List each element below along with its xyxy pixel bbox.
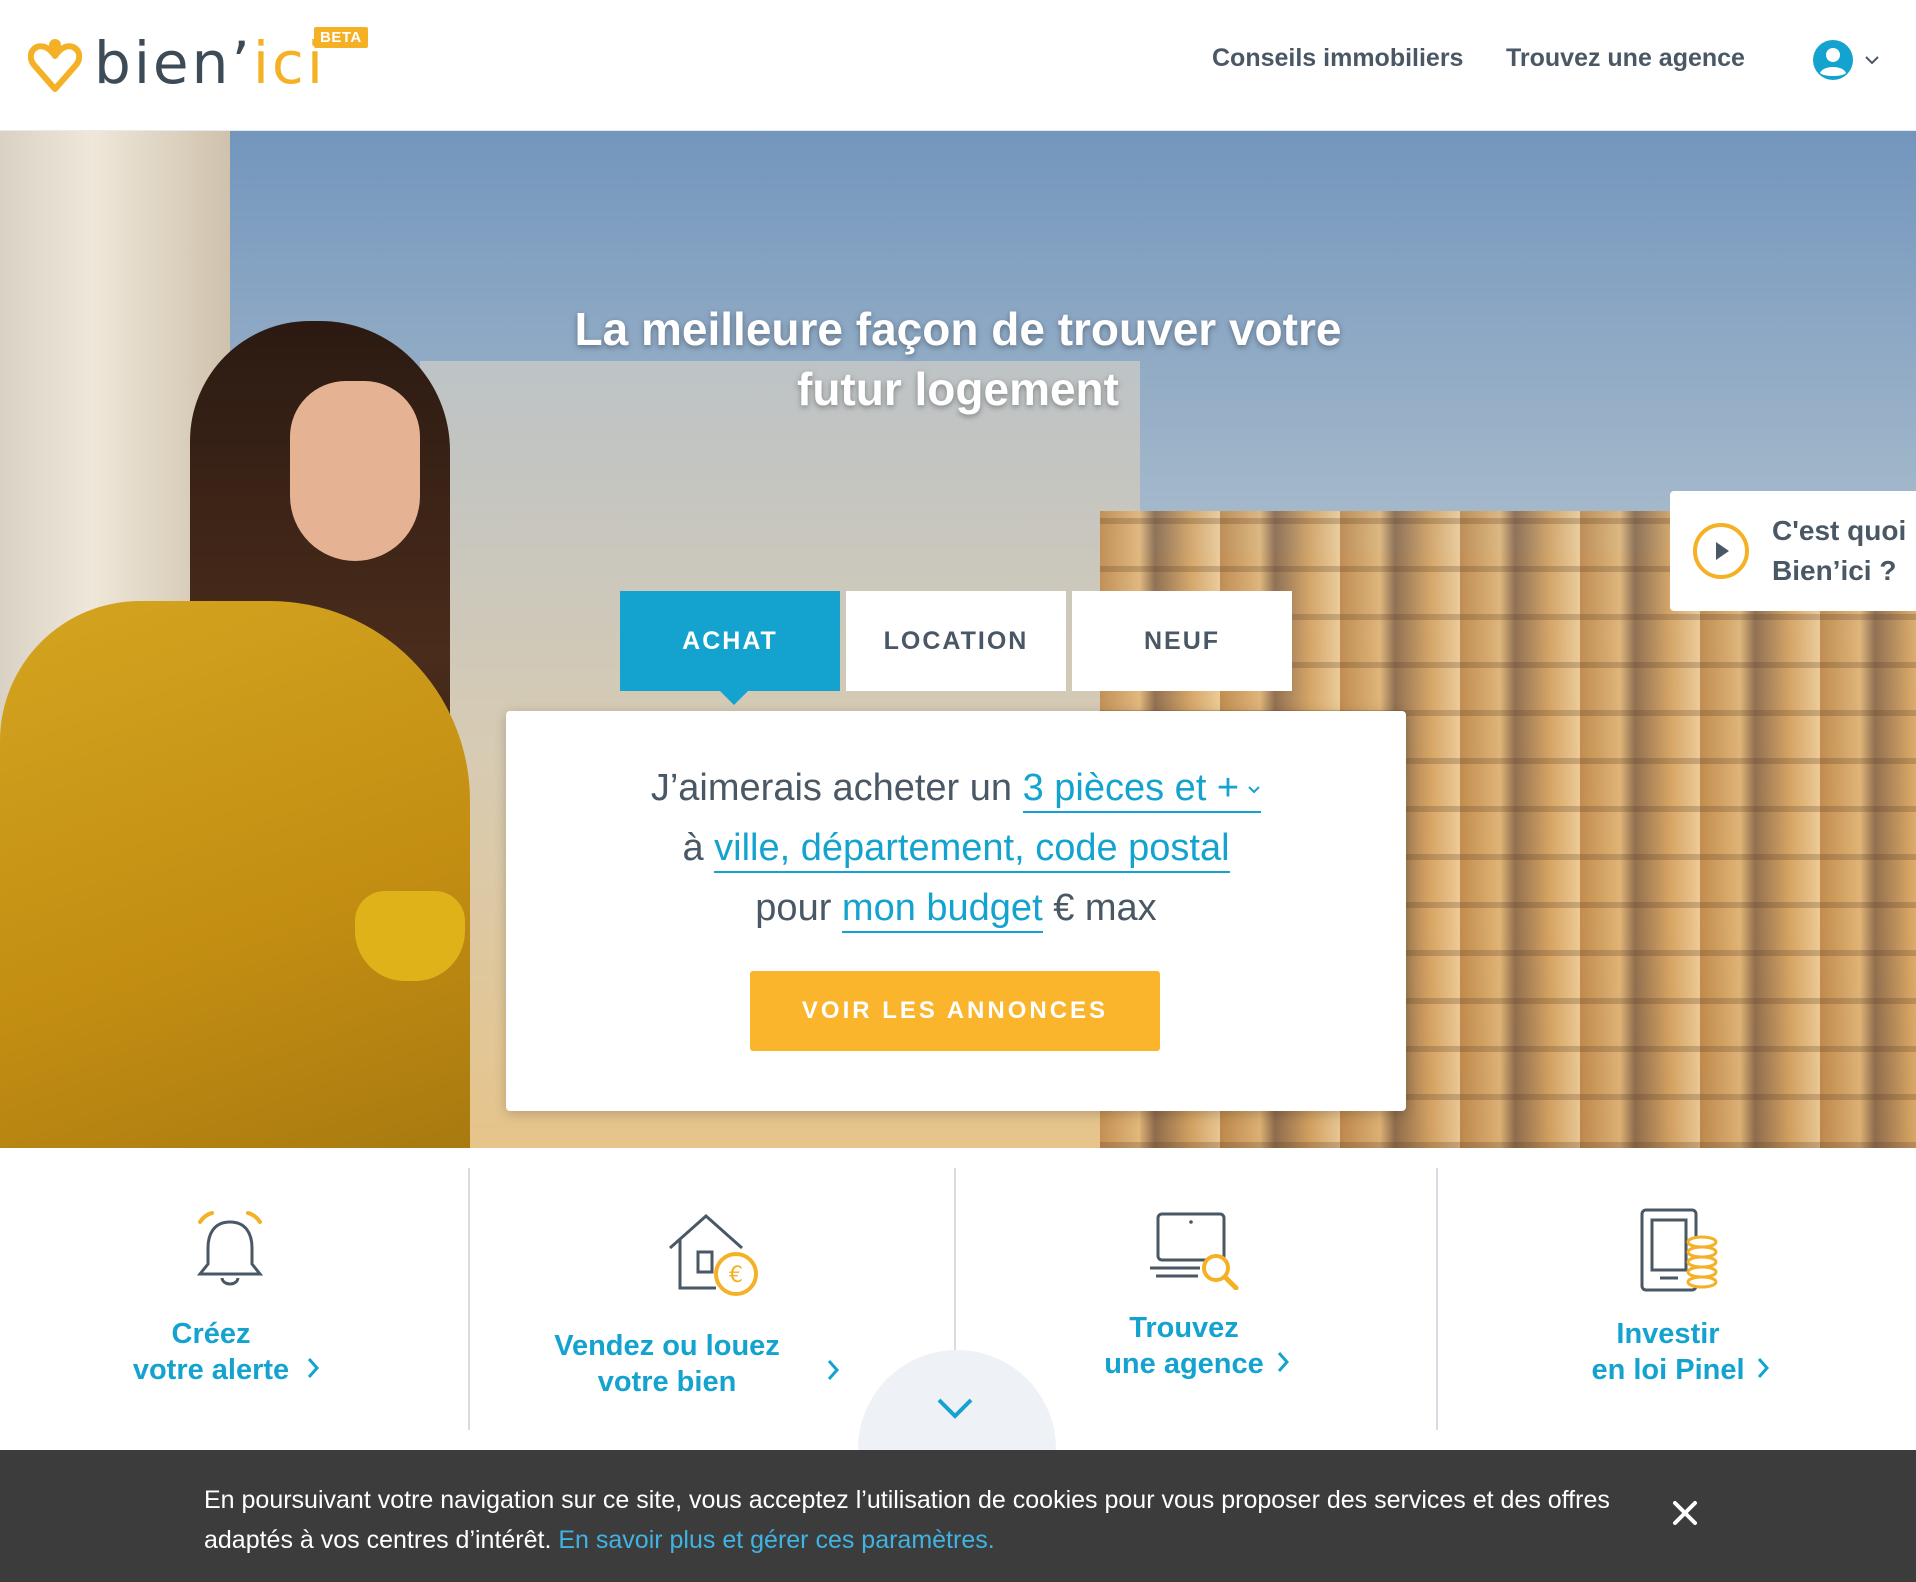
- tab-neuf[interactable]: NEUF: [1072, 591, 1292, 691]
- laptop-search-icon: [1150, 1212, 1239, 1290]
- tablet-coins-icon: [1640, 1208, 1718, 1292]
- chevron-right-icon: [1277, 1352, 1290, 1372]
- header: bien’ici BETA Conseils immobiliers Trouv…: [0, 0, 1916, 131]
- feature-label: Vendez ou louez votre bien: [554, 1330, 780, 1398]
- search-card: J’aimerais acheter un 3 pièces et + à vi…: [506, 711, 1406, 1111]
- what-is-bienici-label: C'est quoi Bien’ici ?: [1772, 515, 1907, 586]
- tab-location[interactable]: LOCATION: [846, 591, 1066, 691]
- heart-logo-icon: [28, 39, 82, 92]
- search-type-tabs: ACHAT LOCATION NEUF: [620, 591, 1298, 705]
- search-line-budget: pour mon budget € max: [506, 887, 1406, 933]
- search-line-rooms: J’aimerais acheter un 3 pièces et +: [506, 767, 1406, 813]
- chevron-down-icon: [1865, 56, 1879, 65]
- search-line-location: à ville, département, code postal: [506, 827, 1406, 873]
- close-icon[interactable]: [1670, 1498, 1700, 1528]
- user-menu[interactable]: [1812, 39, 1880, 81]
- cookie-banner: En poursuivant votre navigation sur ce s…: [0, 1450, 1916, 1582]
- feature-label: Trouvez une agence: [1104, 1312, 1264, 1380]
- tab-achat[interactable]: ACHAT: [620, 591, 840, 705]
- chevron-right-icon: [307, 1358, 320, 1378]
- budget-input[interactable]: mon budget: [841, 887, 1043, 933]
- hero-photo-woman-shirt: [0, 601, 470, 1148]
- rooms-dropdown[interactable]: 3 pièces et +: [1022, 767, 1262, 813]
- feature-label: Créez votre alerte: [132, 1318, 290, 1386]
- house-euro-icon: €: [669, 1213, 758, 1296]
- cookie-settings-link[interactable]: En savoir plus et gérer ces paramètres.: [558, 1526, 994, 1554]
- hero-banner: La meilleure façon de trouver votre futu…: [0, 131, 1916, 1148]
- chevron-right-icon: [1757, 1358, 1770, 1378]
- location-input[interactable]: ville, département, code postal: [714, 827, 1230, 873]
- chevron-down-icon: [937, 1398, 973, 1419]
- chevron-down-icon: [1248, 786, 1260, 794]
- chevron-right-icon: [827, 1360, 840, 1380]
- play-icon: [1693, 523, 1749, 579]
- voir-les-annonces-button[interactable]: VOIR LES ANNONCES: [750, 971, 1160, 1051]
- hero-photo-woman-face: [290, 381, 420, 561]
- hero-title: La meilleure façon de trouver votre futu…: [574, 303, 1342, 415]
- what-is-bienici-button[interactable]: C'est quoi Bien’ici ?: [1670, 491, 1916, 611]
- svg-text:€: €: [729, 1263, 743, 1288]
- nav-conseils-immobiliers[interactable]: Conseils immobiliers: [1212, 44, 1463, 73]
- bell-icon: [196, 1211, 264, 1286]
- feature-invest-pinel[interactable]: Investir en loi Pinel: [1438, 1148, 1916, 1432]
- feature-label: Investir en loi Pinel: [1591, 1318, 1745, 1386]
- cookie-message: En poursuivant votre navigation sur ce s…: [204, 1486, 1610, 1554]
- logo-wordmark: bien’ici: [94, 29, 326, 97]
- user-account-icon: [1813, 40, 1853, 80]
- logo[interactable]: bien’ici: [28, 28, 326, 98]
- feature-create-alert[interactable]: Créez votre alerte: [0, 1148, 468, 1432]
- hero-photo-mug: [355, 891, 465, 981]
- beta-badge: BETA: [314, 27, 368, 48]
- nav-trouvez-une-agence[interactable]: Trouvez une agence: [1506, 44, 1745, 73]
